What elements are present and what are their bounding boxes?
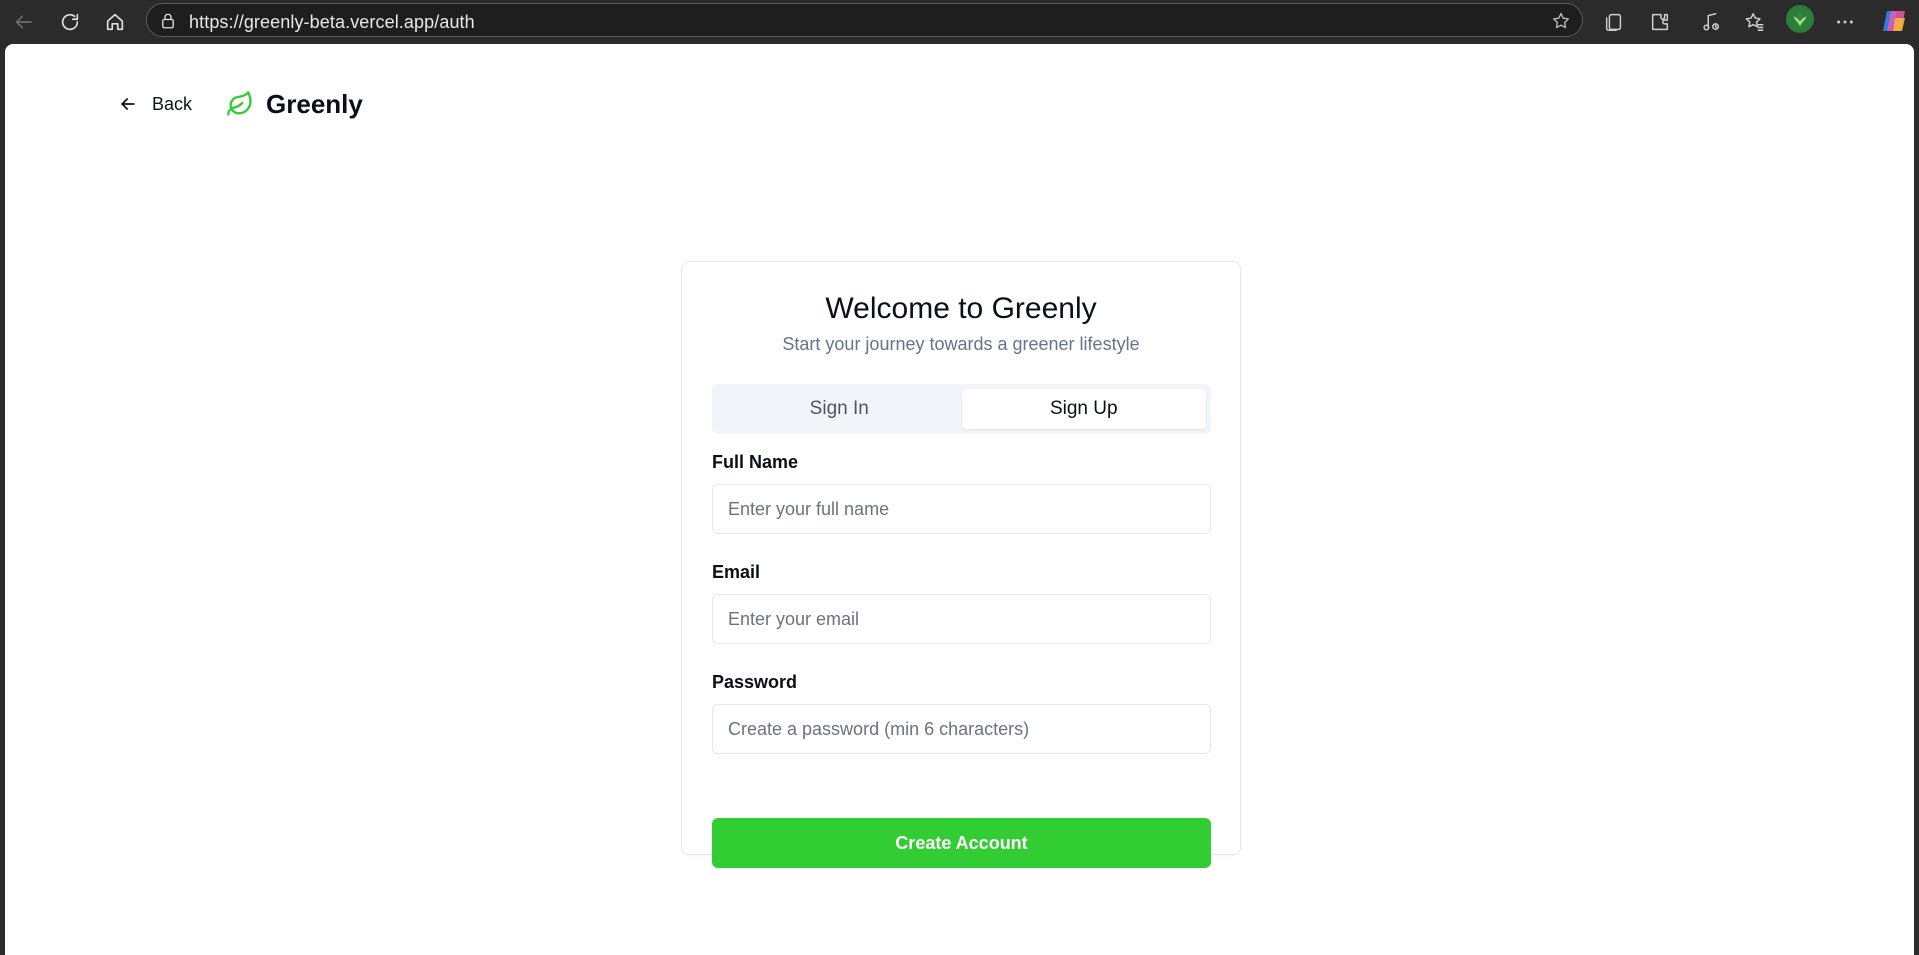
card-title: Welcome to Greenly xyxy=(825,292,1097,325)
brand-name: Greenly xyxy=(266,88,363,119)
page-viewport: Back Greenly Welcome to Greenly Start yo… xyxy=(5,44,1914,955)
email-input[interactable] xyxy=(712,594,1211,644)
favorites-icon[interactable] xyxy=(1739,6,1771,38)
auth-tabs: Sign In Sign Up xyxy=(712,384,1211,434)
browser-toolbar: https://greenly-beta.vercel.app/auth xyxy=(0,0,1919,44)
home-icon[interactable] xyxy=(99,6,131,38)
more-icon[interactable] xyxy=(1829,6,1861,38)
lock-icon[interactable] xyxy=(157,10,179,32)
full-name-label: Full Name xyxy=(712,452,799,472)
back-label: Back xyxy=(152,93,193,114)
password-input[interactable] xyxy=(712,704,1211,754)
page-header: Back Greenly xyxy=(118,84,363,124)
extensions-icon[interactable] xyxy=(1644,6,1676,38)
card-subtitle: Start your journey towards a greener lif… xyxy=(782,334,1140,354)
star-icon[interactable] xyxy=(1550,10,1572,32)
email-label: Email xyxy=(712,562,761,582)
full-name-input[interactable] xyxy=(712,484,1211,534)
refresh-icon[interactable] xyxy=(54,6,86,38)
leaf-icon xyxy=(226,90,254,118)
profile-avatar[interactable] xyxy=(1786,5,1814,33)
password-label: Password xyxy=(712,672,798,692)
collections-icon[interactable] xyxy=(1598,6,1630,38)
brand-logo[interactable]: Greenly xyxy=(226,89,363,120)
tab-sign-in[interactable]: Sign In xyxy=(717,389,962,429)
arrow-left-icon xyxy=(118,94,138,114)
url-text[interactable]: https://greenly-beta.vercel.app/auth xyxy=(189,12,475,33)
tab-sign-up[interactable]: Sign Up xyxy=(961,389,1206,429)
back-link[interactable]: Back xyxy=(118,94,192,115)
auth-card: Welcome to Greenly Start your journey to… xyxy=(681,261,1241,868)
media-icon[interactable] xyxy=(1695,6,1727,38)
copilot-icon[interactable] xyxy=(1879,6,1909,36)
back-arrow-icon[interactable] xyxy=(8,6,40,38)
address-bar[interactable]: https://greenly-beta.vercel.app/auth xyxy=(146,3,1583,37)
create-account-button[interactable]: Create Account xyxy=(712,818,1211,868)
